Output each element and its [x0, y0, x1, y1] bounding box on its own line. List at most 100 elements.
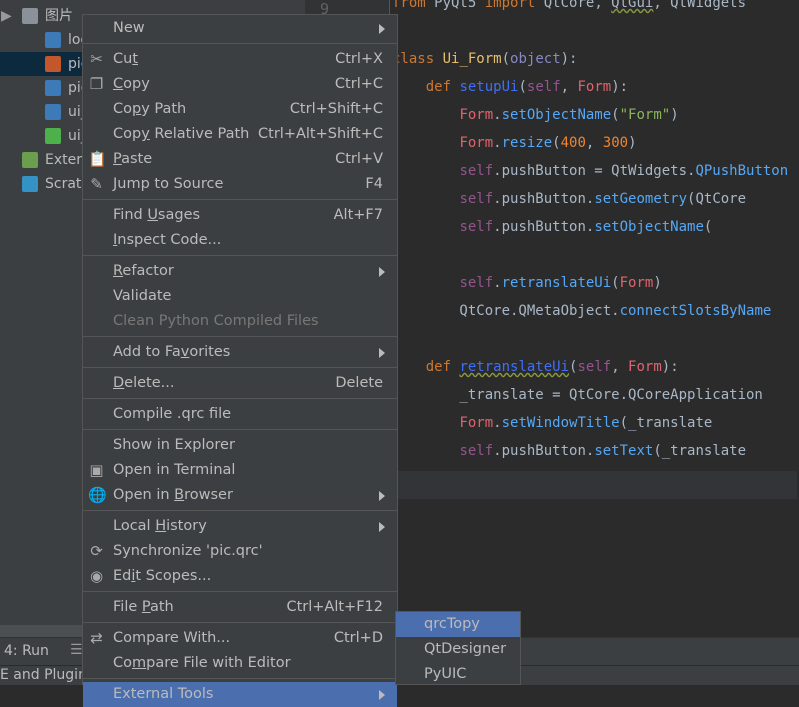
menu-item-copy-relative-path[interactable]: Copy Relative PathCopyCtrl+Alt+Shift+C — [83, 122, 397, 147]
code-token: Form — [459, 135, 494, 151]
code-token: "Form" — [619, 107, 671, 123]
code-token: Form — [577, 79, 612, 95]
menu-item-clean-python-compiled-files: Clean Python Compiled Files — [83, 309, 397, 334]
code-token: setGeometry — [594, 191, 688, 207]
code-line: Form.resize(400, 300) — [392, 135, 797, 163]
code-line: self.pushButton = QtWidgets.QPushButton — [392, 163, 797, 191]
copy-icon: ❐ — [89, 75, 104, 93]
menu-item-label: File Path — [113, 599, 174, 615]
menu-item-label: Cut — [113, 51, 138, 67]
shortcut: Delete — [335, 375, 383, 391]
code-token: .pushButton. — [493, 191, 595, 207]
submenu-item-qtdesigner[interactable]: QtDesigner — [396, 637, 520, 662]
code-token: ) — [653, 275, 662, 291]
menu-item-compare-with[interactable]: ⇄ Compare With... Ctrl+D — [83, 626, 397, 651]
code-editor[interactable]: from PyQt5 import QtCore, QtGui, QtWidge… — [392, 0, 797, 499]
submenu-item-qrctopy[interactable]: qrcTopy — [396, 612, 520, 637]
menu-item-compile-qrc-file[interactable]: Compile .qrc file — [83, 402, 397, 427]
menu-item-label: Synchronize 'pic.qrc' — [113, 543, 263, 559]
menu-item-add-to-favorites[interactable]: Add to FavoritesAdd to Fav — [83, 340, 397, 365]
run-tab[interactable]: 4: Run — [4, 643, 49, 659]
shortcut: F4 — [365, 176, 383, 192]
python-file-icon — [45, 80, 61, 96]
code-line: QtCore.QMetaObject.connectSlotsByName — [392, 303, 797, 331]
menu-item-label: Edit Scopes... — [113, 568, 212, 584]
menu-item-refactor[interactable]: RefactorR — [83, 259, 397, 284]
code-token: retranslateUi — [459, 359, 570, 375]
code-token: (QtCore — [687, 191, 747, 207]
shortcut: Ctrl+C — [334, 76, 383, 92]
menu-item-label: Compare File with Editor — [113, 655, 291, 671]
code-token: ): — [560, 51, 578, 67]
code-token: PyQt5 — [425, 0, 485, 11]
pencil-icon: ✎ — [90, 175, 103, 193]
code-token: 300 — [602, 135, 629, 151]
menu-item-edit-scopes[interactable]: ◉Edit Scopes...Edi — [83, 564, 397, 589]
menu-item-delete[interactable]: Delete...DDelete — [83, 371, 397, 396]
menu-item-show-in-explorer[interactable]: Show in Explorer — [83, 433, 397, 458]
menu-item-find-usages[interactable]: Find UsagesFind UAlt+F7 — [83, 203, 397, 228]
code-token: retranslateUi — [501, 275, 612, 291]
code-token: ( — [611, 107, 620, 123]
code-token: Form — [628, 359, 662, 375]
code-token: object — [510, 51, 561, 67]
python-file-icon — [45, 104, 61, 120]
shortcut: Ctrl+Alt+F12 — [286, 599, 383, 615]
menu-item-label: Add to Favorites — [113, 344, 231, 360]
shortcut: Ctrl+Alt+Shift+C — [258, 126, 383, 142]
code-line: Form.setWindowTitle(_translate — [392, 415, 797, 443]
code-token: setObjectName — [501, 107, 612, 123]
code-token: ): — [661, 359, 679, 375]
menu-item-inspect-code[interactable]: Inspect Code...I — [83, 228, 397, 253]
code-token: self — [459, 443, 494, 459]
qrc-file-icon — [45, 56, 61, 72]
terminal-icon: ▣ — [89, 461, 104, 479]
menu-item-cut[interactable]: ✂CutCutCtrl+X — [83, 47, 397, 72]
submenu-item-pyuic[interactable]: PyUIC — [396, 662, 520, 687]
menu-item-copy-path[interactable]: Copy PathCopCtrl+Shift+C — [83, 97, 397, 122]
menu-item-compare-file-with-editor[interactable]: Compare File with EditorCom — [83, 651, 397, 676]
code-line: def retranslateUi(self, Form): — [392, 359, 797, 387]
code-token: def — [425, 79, 452, 95]
menu-item-open-in-terminal[interactable]: ▣ Open in Terminal — [83, 458, 397, 483]
code-line: self.pushButton.setText(_translate — [392, 443, 797, 471]
menu-item-label: Open in Terminal — [113, 462, 236, 478]
menu-item-new[interactable]: New — [83, 16, 397, 41]
menu-item-local-history[interactable]: Local HistoryLocal H — [83, 514, 397, 539]
todo-list-icon[interactable]: ☰ — [70, 642, 83, 658]
code-token: Form — [619, 275, 654, 291]
menu-item-jump-to-source[interactable]: ✎ Jump to Source F4 — [83, 172, 397, 197]
menu-item-paste[interactable]: 📋PastePCtrl+V — [83, 147, 397, 172]
code-token: _translate = QtCore.QCoreApplication — [392, 387, 763, 403]
code-token: . — [493, 107, 502, 123]
menu-item-external-tools[interactable]: External Tools — [83, 682, 397, 707]
code-token: . — [493, 415, 502, 431]
code-token: ) — [628, 135, 637, 151]
shortcut: Alt+F7 — [333, 207, 383, 223]
code-line: _translate = QtCore.QCoreApplication — [392, 387, 797, 415]
menu-item-copy[interactable]: ❐CopyCCtrl+C — [83, 72, 397, 97]
menu-item-open-in-browser[interactable]: 🌐Open in BrowserOpen in B — [83, 483, 397, 508]
menu-item-file-path[interactable]: File PathFile PCtrl+Alt+F12 — [83, 595, 397, 620]
code-token: connectSlotsByName — [619, 303, 772, 319]
submenu-arrow-icon — [379, 348, 385, 358]
code-token: self — [577, 359, 612, 375]
code-line — [392, 471, 797, 499]
menu-item-synchronize-pic-qrc[interactable]: ⟳ Synchronize 'pic.qrc' — [83, 539, 397, 564]
code-token: self — [526, 79, 561, 95]
clipboard-icon: 📋 — [88, 150, 107, 168]
code-token: ( — [501, 51, 511, 67]
shortcut: Ctrl+V — [335, 151, 383, 167]
code-token: , — [560, 79, 578, 95]
menu-item-label: Compile .qrc file — [113, 406, 232, 422]
menu-item-validate[interactable]: Validate — [83, 284, 397, 309]
menu-item-label: Paste — [113, 151, 153, 167]
expand-arrow-icon[interactable]: ▶ — [1, 4, 12, 28]
